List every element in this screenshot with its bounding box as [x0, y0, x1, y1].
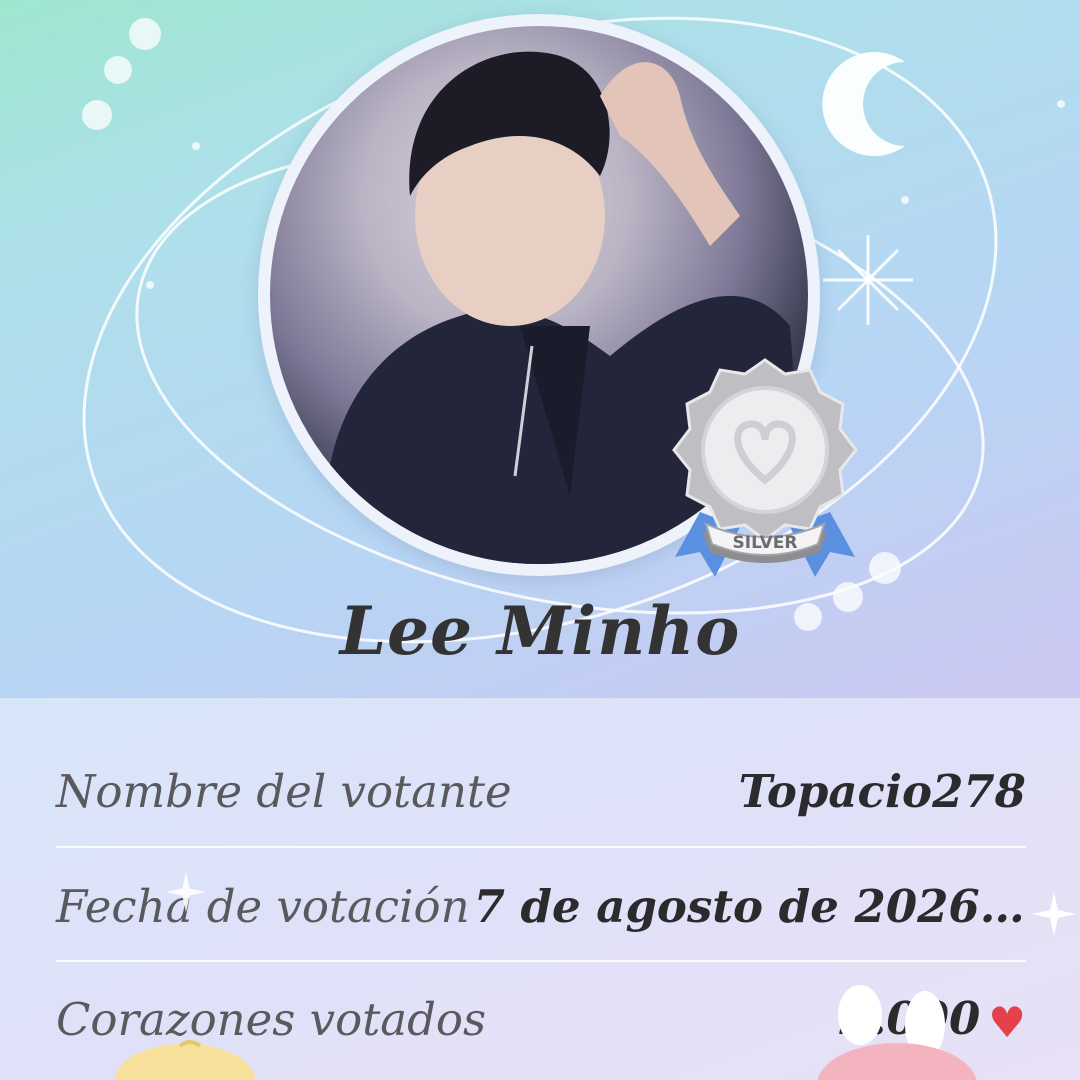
artist-name: Lee Minho	[339, 592, 741, 670]
divider	[56, 846, 1026, 848]
vote-date-value: 7 de agosto de 2026 ...	[473, 879, 1026, 933]
sparkle-icon	[166, 872, 206, 912]
mascot-bunny-icon	[817, 985, 977, 1080]
sparkle-icon	[1032, 892, 1076, 936]
silver-medal-icon: SILVER	[672, 358, 858, 577]
mascot-chick-icon	[115, 1040, 255, 1080]
badge-label: SILVER	[733, 533, 798, 553]
heart-icon: ♥	[988, 997, 1026, 1047]
divider	[56, 960, 1026, 962]
voter-name-label: Nombre del votante	[56, 764, 512, 818]
voter-name-row: Nombre del votante Topacio278	[56, 735, 1026, 847]
voter-name-value: Topacio278	[738, 764, 1026, 818]
vote-date-label: Fecha de votación	[56, 879, 470, 933]
crescent-moon-icon	[822, 52, 905, 157]
